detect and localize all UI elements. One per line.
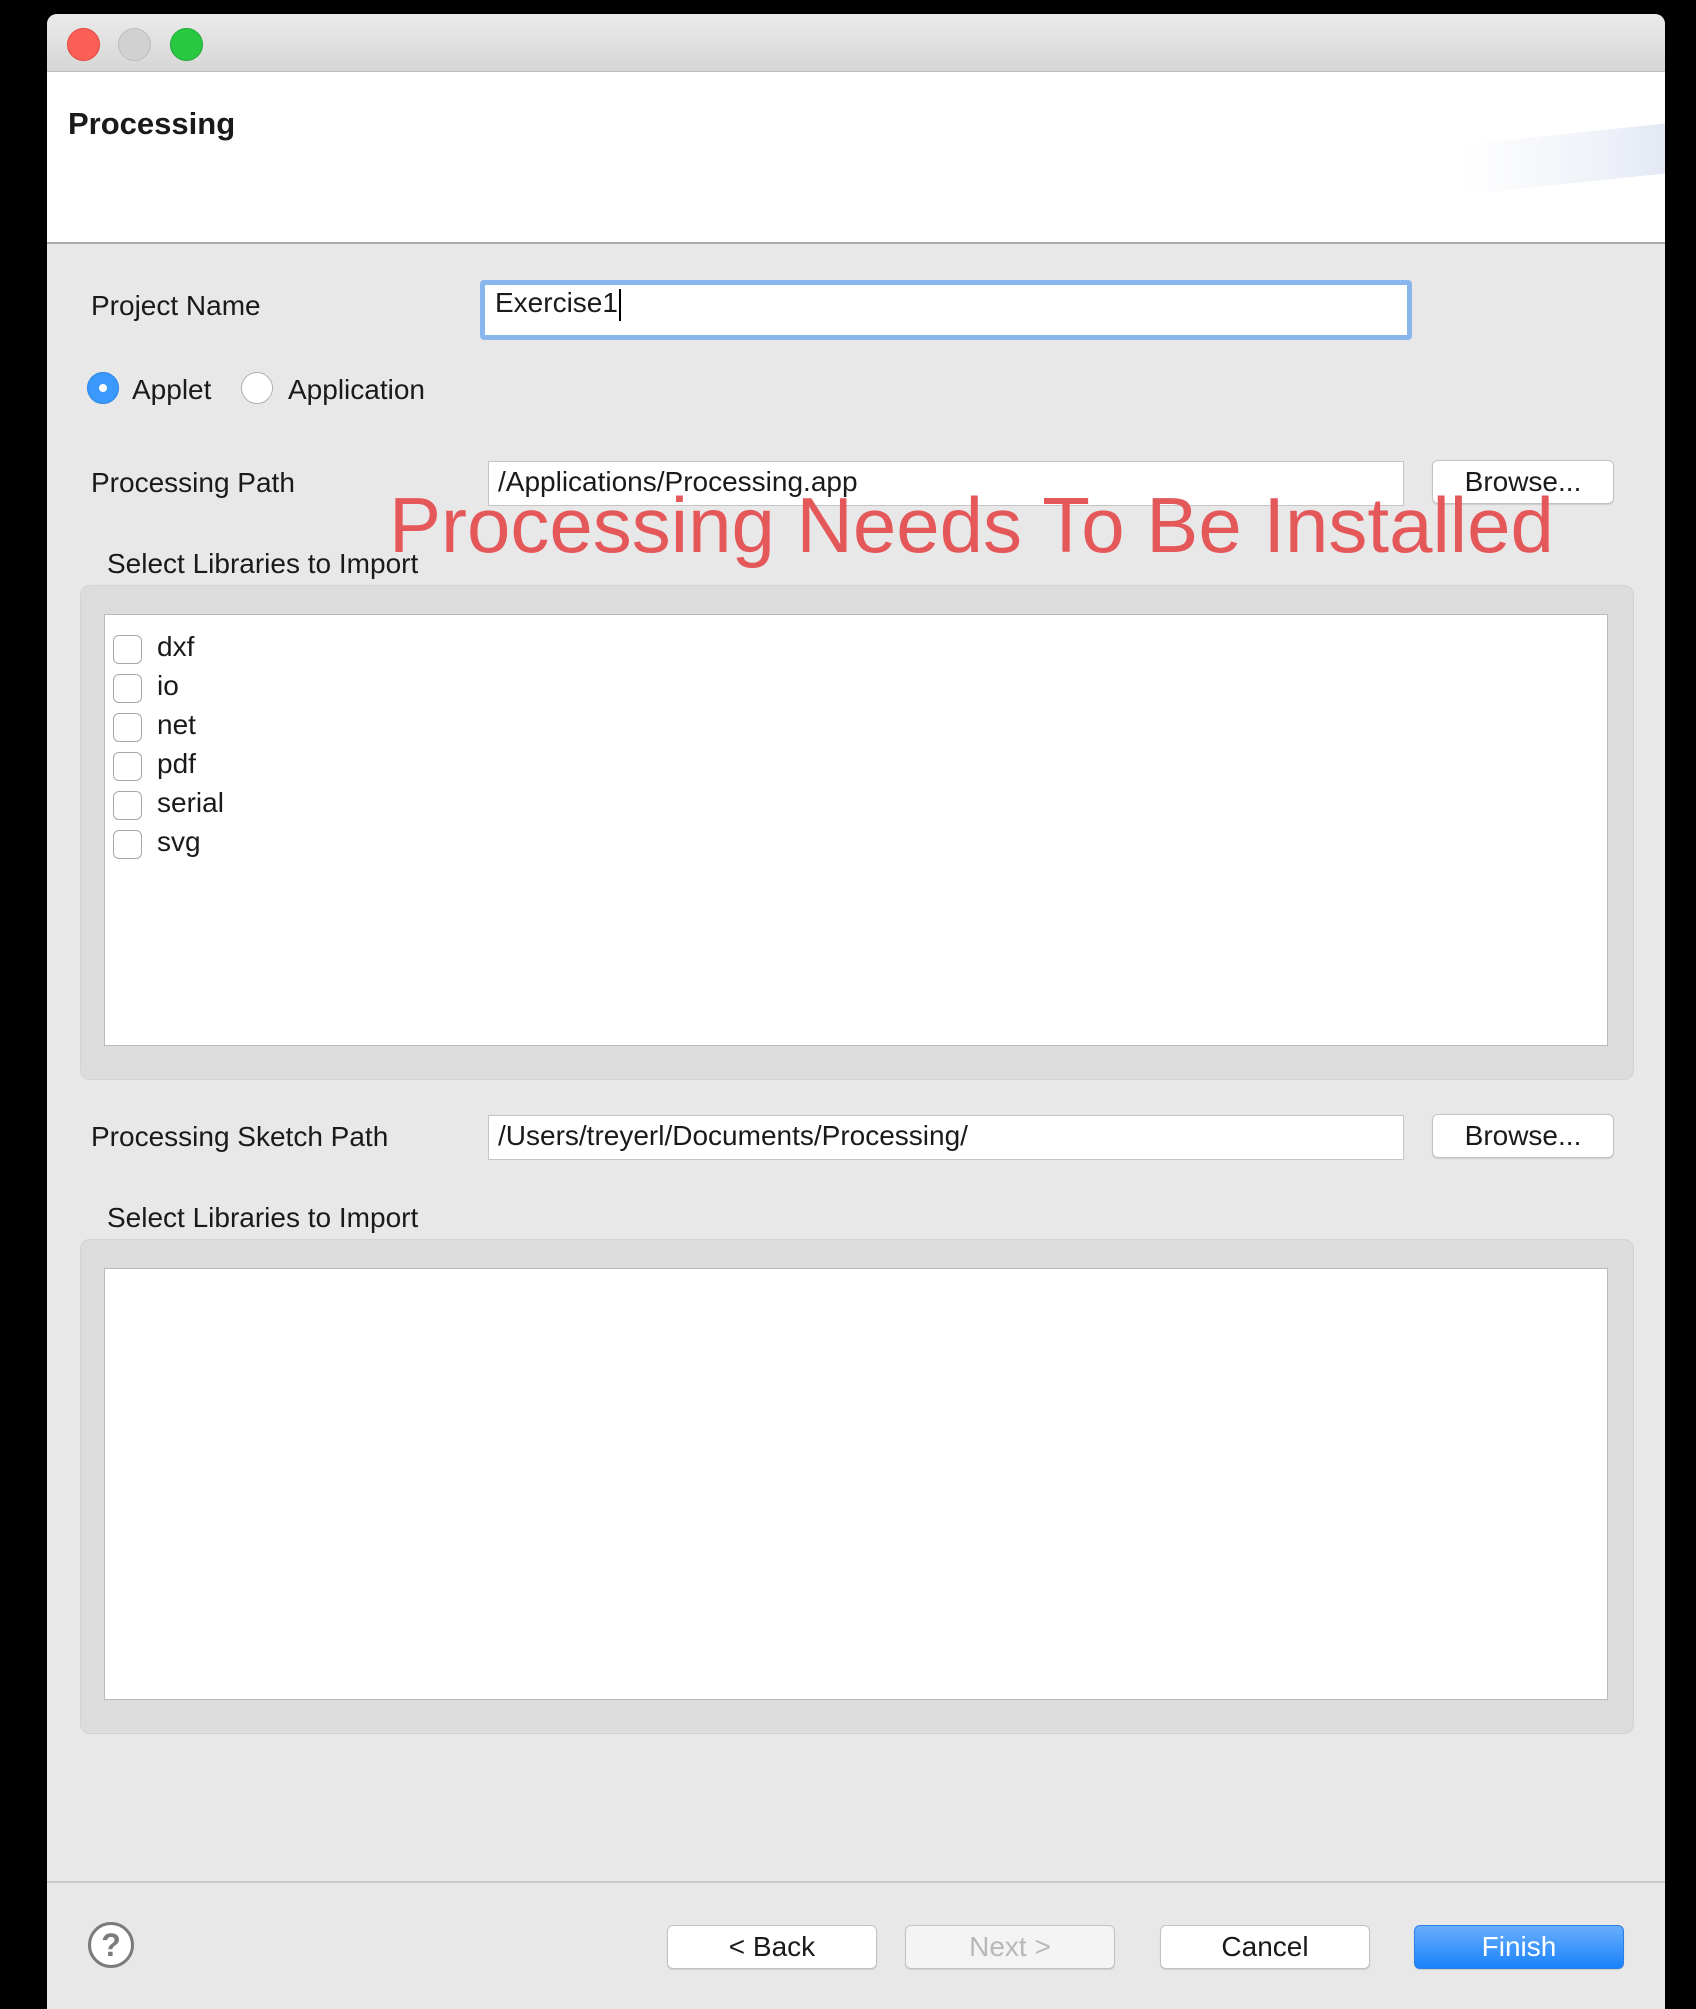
wizard-banner: Processing <box>47 72 1665 244</box>
application-radio-label: Application <box>288 374 425 405</box>
libraries-1-list[interactable]: dxf io net pdf serial svg <box>104 614 1608 1046</box>
libraries-1-label: Select Libraries to Import <box>107 548 419 579</box>
banner-decoration <box>1465 123 1665 195</box>
processing-not-installed-warning: Processing Needs To Be Installed <box>389 481 1554 569</box>
library-checkbox[interactable] <box>113 674 142 703</box>
text-caret <box>618 288 621 321</box>
library-label: net <box>157 709 196 740</box>
back-button[interactable]: < Back <box>667 1925 877 1969</box>
cancel-button[interactable]: Cancel <box>1160 1925 1370 1969</box>
library-checkbox[interactable] <box>113 830 142 859</box>
page-title: Processing <box>68 106 236 141</box>
library-label: serial <box>157 787 224 818</box>
minimize-window-button[interactable] <box>118 28 151 61</box>
library-checkbox[interactable] <box>113 752 142 781</box>
library-label: svg <box>157 826 201 857</box>
library-checkbox[interactable] <box>113 791 142 820</box>
library-label: io <box>157 670 179 701</box>
project-name-label: Project Name <box>91 290 261 321</box>
next-button[interactable]: Next > <box>905 1925 1115 1969</box>
application-radio[interactable] <box>241 372 273 404</box>
processing-path-label: Processing Path <box>91 467 295 498</box>
help-icon[interactable]: ? <box>88 1922 134 1968</box>
project-name-value: Exercise1 <box>495 287 618 318</box>
title-bar <box>47 14 1665 72</box>
footer-divider <box>47 1881 1665 1883</box>
wizard-window: Processing Project Name Exercise1 Applet… <box>47 14 1665 2009</box>
library-checkbox[interactable] <box>113 713 142 742</box>
browse-sketch-path-button[interactable]: Browse... <box>1432 1114 1614 1158</box>
zoom-window-button[interactable] <box>170 28 203 61</box>
finish-button[interactable]: Finish <box>1414 1925 1624 1969</box>
library-label: dxf <box>157 631 195 662</box>
project-name-input[interactable]: Exercise1 <box>480 280 1412 340</box>
sketch-path-label: Processing Sketch Path <box>91 1121 389 1152</box>
libraries-2-list[interactable] <box>104 1268 1608 1700</box>
applet-radio-label: Applet <box>132 374 212 405</box>
applet-radio[interactable] <box>87 372 119 404</box>
library-checkbox[interactable] <box>113 635 142 664</box>
library-label: pdf <box>157 748 196 779</box>
close-window-button[interactable] <box>67 28 100 61</box>
sketch-path-input[interactable]: /Users/treyerl/Documents/Processing/ <box>488 1115 1404 1160</box>
libraries-2-label: Select Libraries to Import <box>107 1202 419 1233</box>
